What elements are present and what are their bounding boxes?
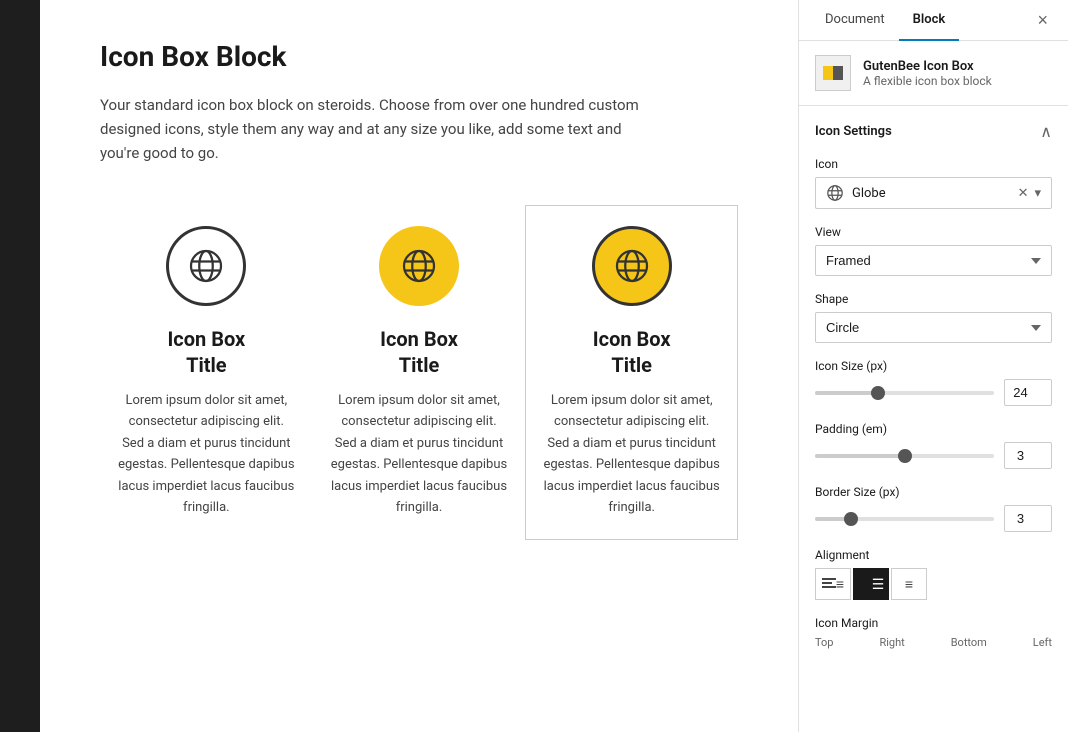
- block-icon-graphic: [823, 66, 843, 80]
- icon-box-text-2: Lorem ipsum dolor sit amet, consectetur …: [330, 390, 509, 519]
- block-info: GutenBee Icon Box A flexible icon box bl…: [799, 41, 1068, 106]
- block-icon: [815, 55, 851, 91]
- shape-select[interactable]: Square Circle Rounded: [815, 312, 1052, 343]
- icon-size-input[interactable]: [1004, 379, 1052, 406]
- padding-field-group: Padding (em): [815, 422, 1052, 469]
- block-description: A flexible icon box block: [863, 74, 992, 88]
- icon-box-title-2: Icon BoxTitle: [330, 326, 509, 378]
- view-select[interactable]: Default Framed Stacked: [815, 245, 1052, 276]
- page-title: Icon Box Block: [100, 40, 738, 73]
- padding-track: [815, 454, 994, 458]
- margin-sublabels: Top Right Bottom Left: [815, 636, 1052, 649]
- globe-icon-small: [826, 184, 844, 202]
- settings-panel: Icon Settings ∧ Icon Globe ✕ ▾: [799, 106, 1068, 681]
- icon-size-field-group: Icon Size (px): [815, 359, 1052, 406]
- icon-box-title-3: Icon BoxTitle: [542, 326, 721, 378]
- align-center-button[interactable]: ☰: [853, 568, 889, 600]
- main-content: Icon Box Block Your standard icon box bl…: [40, 0, 798, 732]
- block-name: GutenBee Icon Box: [863, 59, 992, 74]
- icon-size-fill: [815, 391, 878, 395]
- icon-dropdown-caret[interactable]: ▾: [1034, 186, 1041, 201]
- close-button[interactable]: ×: [1029, 7, 1056, 33]
- sidebar-tabs: Document Block ×: [799, 0, 1068, 41]
- alignment-field-group: Alignment ≡ ☰ ≡: [815, 548, 1052, 600]
- block-info-text: GutenBee Icon Box A flexible icon box bl…: [863, 59, 992, 88]
- icon-field-group: Icon Globe ✕ ▾: [815, 157, 1052, 209]
- icon-box-3[interactable]: Icon BoxTitle Lorem ipsum dolor sit amet…: [525, 205, 738, 540]
- icon-clear-button[interactable]: ✕: [1018, 186, 1029, 201]
- border-size-track: [815, 517, 994, 521]
- section-header: Icon Settings ∧: [815, 122, 1052, 141]
- icon-circle-filled: [379, 226, 459, 306]
- padding-fill: [815, 454, 905, 458]
- page-description: Your standard icon box block on steroids…: [100, 93, 660, 165]
- shape-field-group: Shape Square Circle Rounded: [815, 292, 1052, 343]
- icon-boxes-container: Icon BoxTitle Lorem ipsum dolor sit amet…: [100, 205, 738, 540]
- section-title: Icon Settings: [815, 124, 892, 139]
- border-size-input[interactable]: [1004, 505, 1052, 532]
- tab-block[interactable]: Block: [899, 0, 960, 41]
- icon-size-thumb[interactable]: [871, 386, 885, 400]
- padding-label: Padding (em): [815, 422, 1052, 436]
- icon-circle-outline: [166, 226, 246, 306]
- icon-box-1[interactable]: Icon BoxTitle Lorem ipsum dolor sit amet…: [100, 205, 313, 540]
- icon-margin-label: Icon Margin: [815, 616, 1052, 630]
- icon-box-text-3: Lorem ipsum dolor sit amet, consectetur …: [542, 390, 721, 519]
- icon-box-2[interactable]: Icon BoxTitle Lorem ipsum dolor sit amet…: [313, 205, 526, 540]
- border-size-label: Border Size (px): [815, 485, 1052, 499]
- icon-margin-field-group: Icon Margin Top Right Bottom Left: [815, 616, 1052, 649]
- icon-circle-filled-border: [592, 226, 672, 306]
- icon-label: Icon: [815, 157, 1052, 171]
- alignment-label: Alignment: [815, 548, 1052, 562]
- border-size-thumb[interactable]: [844, 512, 858, 526]
- padding-slider-row: [815, 442, 1052, 469]
- section-toggle[interactable]: ∧: [1040, 122, 1052, 141]
- view-label: View: [815, 225, 1052, 239]
- icon-box-title-1: Icon BoxTitle: [117, 326, 296, 378]
- margin-top-label: Top: [815, 636, 833, 649]
- icon-size-slider-row: [815, 379, 1052, 406]
- align-left-button[interactable]: ≡: [815, 568, 851, 600]
- icon-select-actions: ✕ ▾: [1018, 186, 1041, 201]
- align-right-button[interactable]: ≡: [891, 568, 927, 600]
- icon-size-track: [815, 391, 994, 395]
- padding-input[interactable]: [1004, 442, 1052, 469]
- icon-box-text-1: Lorem ipsum dolor sit amet, consectetur …: [117, 390, 296, 519]
- alignment-group: ≡ ☰ ≡: [815, 568, 1052, 600]
- icon-size-label: Icon Size (px): [815, 359, 1052, 373]
- view-field-group: View Default Framed Stacked: [815, 225, 1052, 276]
- margin-bottom-label: Bottom: [951, 636, 987, 649]
- margin-left-label: Left: [1033, 636, 1052, 649]
- icon-select-value: Globe: [852, 186, 1010, 201]
- border-size-slider-row: [815, 505, 1052, 532]
- border-size-field-group: Border Size (px): [815, 485, 1052, 532]
- padding-thumb[interactable]: [898, 449, 912, 463]
- icon-select[interactable]: Globe ✕ ▾: [815, 177, 1052, 209]
- left-sidebar: [0, 0, 40, 732]
- right-sidebar: Document Block × GutenBee Icon Box A fle…: [798, 0, 1068, 732]
- shape-label: Shape: [815, 292, 1052, 306]
- tab-document[interactable]: Document: [811, 0, 899, 41]
- margin-right-label: Right: [879, 636, 904, 649]
